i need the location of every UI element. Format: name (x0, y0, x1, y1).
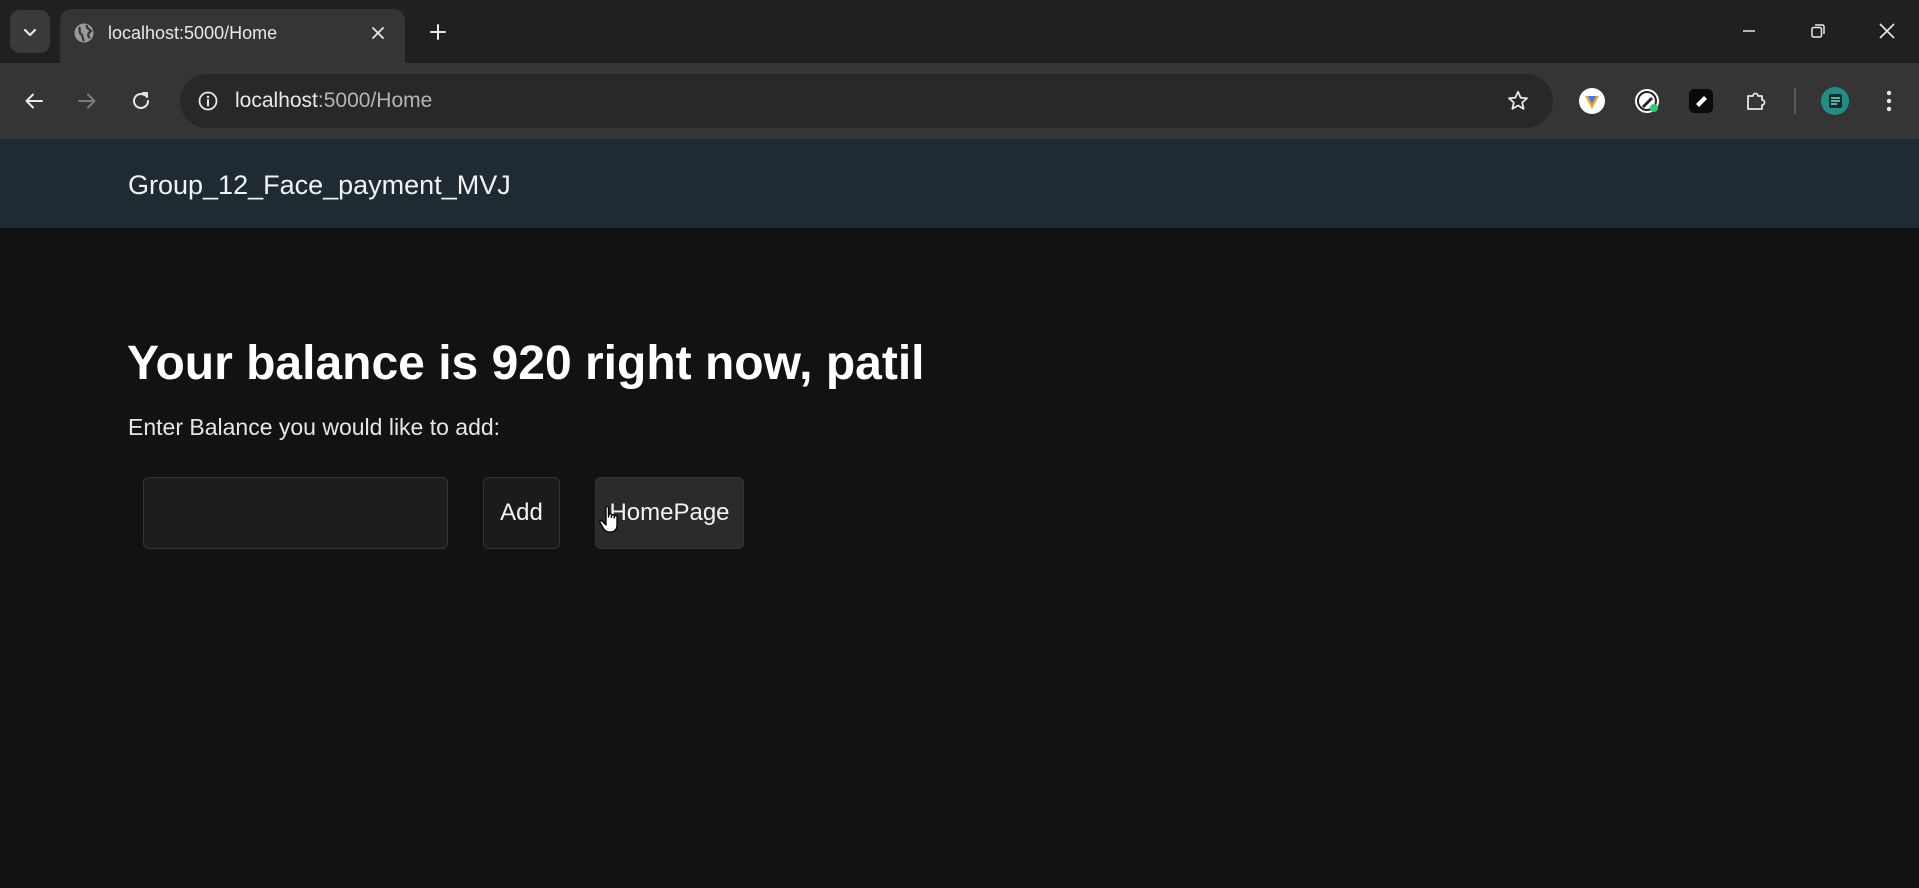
puzzle-icon (1747, 92, 1766, 110)
amount-input[interactable] (143, 477, 448, 549)
tab-search-button[interactable] (10, 10, 50, 53)
chevron-down-icon (23, 28, 37, 36)
url-text[interactable]: localhost:5000/Home (235, 89, 432, 113)
page-content: Your balance is 920 right now, patil Ent… (0, 228, 1919, 888)
brand-link[interactable]: Group_12_Face_payment_MVJ (128, 170, 511, 201)
close-window-button[interactable] (1863, 8, 1911, 54)
vpn-extension-button[interactable] (1573, 82, 1611, 120)
extensions-button[interactable] (1737, 82, 1775, 120)
tab-strip: localhost:5000/Home (0, 0, 1919, 63)
browser-menu-button[interactable] (1870, 82, 1908, 120)
browser-toolbar: localhost:5000/Home (0, 63, 1919, 139)
balance-heading: Your balance is 920 right now, patil (127, 337, 925, 390)
active-tab[interactable]: localhost:5000/Home (60, 9, 405, 63)
forward-button[interactable] (67, 81, 107, 121)
url-path: :5000/Home (317, 89, 433, 112)
dark-extension-icon (1689, 89, 1713, 113)
tab-title: localhost:5000/Home (108, 23, 278, 43)
dark-extension-button[interactable] (1682, 82, 1720, 120)
minimize-icon (1743, 30, 1755, 32)
toolbar-separator (1794, 88, 1796, 114)
hand-cursor-icon (599, 505, 618, 533)
avatar (1821, 87, 1849, 115)
vpn-extension-icon (1579, 88, 1605, 114)
edit-extension-button[interactable] (1628, 82, 1666, 120)
arrow-right-icon (78, 93, 96, 109)
reload-button[interactable] (121, 81, 161, 121)
address-bar[interactable]: localhost:5000/Home (180, 74, 1553, 128)
site-info-button[interactable] (193, 86, 223, 116)
close-icon (372, 27, 384, 39)
bookmark-button[interactable] (1503, 86, 1533, 116)
info-icon (198, 91, 218, 111)
restore-button[interactable] (1794, 8, 1842, 54)
plus-icon (430, 24, 446, 40)
edit-extension-icon (1635, 89, 1659, 113)
close-icon (1879, 23, 1895, 39)
star-icon (1508, 90, 1528, 110)
arrow-left-icon (25, 93, 43, 109)
new-tab-button[interactable] (420, 14, 456, 50)
restore-icon (1811, 24, 1825, 38)
globe-icon (74, 23, 94, 43)
close-tab-button[interactable] (365, 20, 391, 46)
add-button[interactable]: Add (483, 477, 560, 549)
site-navbar: Group_12_Face_payment_MVJ (0, 139, 1919, 228)
profile-button[interactable] (1816, 82, 1854, 120)
kebab-menu-icon (1886, 90, 1892, 112)
back-button[interactable] (14, 81, 54, 121)
url-host: localhost (235, 89, 318, 112)
minimize-button[interactable] (1725, 8, 1773, 54)
amount-label: Enter Balance you would like to add: (128, 414, 501, 440)
reload-icon (133, 92, 149, 109)
